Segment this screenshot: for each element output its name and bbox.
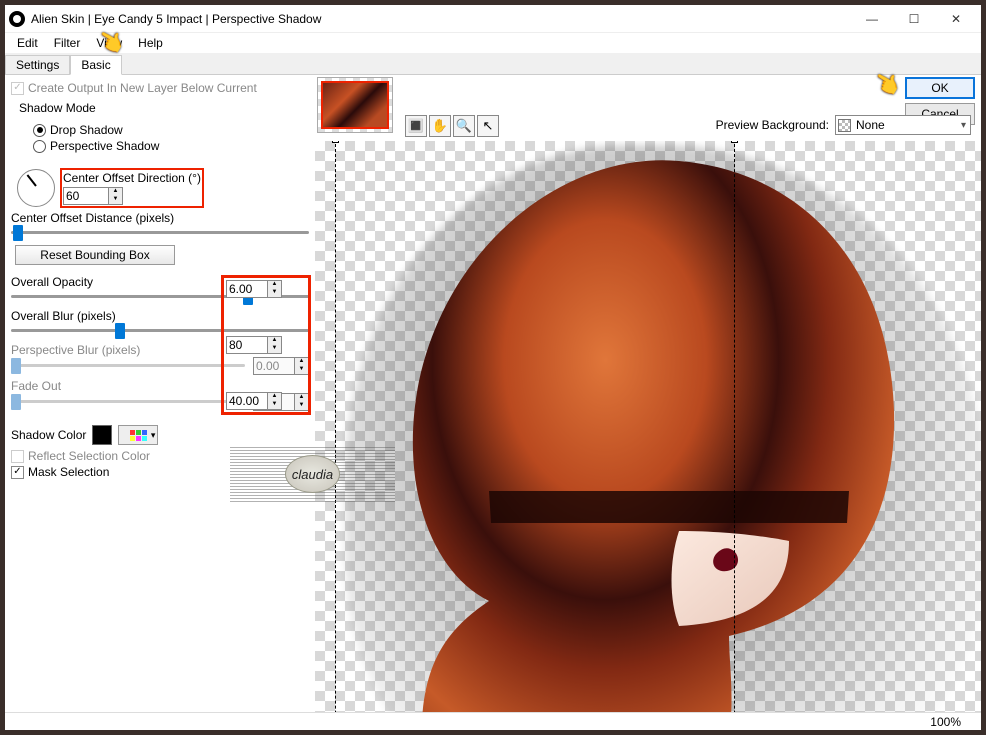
center-offset-distance-label: Center Offset Distance (pixels): [11, 211, 309, 225]
shadow-color-label: Shadow Color: [11, 428, 86, 442]
center-offset-distance-slider[interactable]: [11, 225, 309, 241]
app-icon: [9, 11, 25, 27]
perspective-shadow-radio[interactable]: [33, 140, 46, 153]
window-title: Alien Skin | Eye Candy 5 Impact | Perspe…: [31, 12, 851, 26]
shadow-mode-label: Shadow Mode: [11, 101, 309, 115]
overall-blur-input[interactable]: [226, 392, 268, 410]
center-offset-distance-spinner[interactable]: ▲▼: [268, 280, 282, 298]
selection-marquee[interactable]: [335, 141, 735, 712]
preview-background-label: Preview Background:: [716, 118, 829, 132]
reflect-selection-label: Reflect Selection Color: [28, 449, 150, 463]
reset-bounding-box-button[interactable]: Reset Bounding Box: [15, 245, 175, 265]
zoom-level: 100%: [930, 715, 961, 729]
selection-handle-nw[interactable]: [332, 141, 339, 143]
perspective-shadow-label: Perspective Shadow: [50, 139, 159, 153]
direction-dial[interactable]: [17, 169, 55, 207]
tab-basic[interactable]: Basic: [70, 55, 121, 75]
center-offset-direction-label: Center Offset Direction (°): [63, 171, 201, 185]
center-offset-direction-input[interactable]: [63, 187, 109, 205]
tab-settings[interactable]: Settings: [5, 55, 70, 74]
ok-button[interactable]: OK: [905, 77, 975, 99]
shadow-color-swatch[interactable]: [92, 425, 112, 445]
watermark: claudia: [230, 447, 395, 502]
overall-blur-spinner[interactable]: ▲▼: [268, 392, 282, 410]
preview-thumbnail[interactable]: [317, 77, 393, 133]
close-button[interactable]: ✕: [935, 7, 977, 31]
create-output-checkbox: [11, 82, 24, 95]
menu-filter[interactable]: Filter: [46, 36, 89, 50]
overall-opacity-spinner[interactable]: ▲▼: [268, 336, 282, 354]
fade-out-slider: [11, 394, 245, 410]
create-output-label: Create Output In New Layer Below Current: [28, 81, 257, 95]
hand-tool-icon[interactable]: ✋: [429, 115, 451, 137]
reflect-selection-checkbox: [11, 450, 24, 463]
shadow-color-dropdown[interactable]: [118, 425, 158, 445]
selection-handle-ne[interactable]: [731, 141, 738, 143]
preview-canvas[interactable]: [315, 141, 981, 712]
zoom-tool-icon[interactable]: 🔍: [453, 115, 475, 137]
menu-view[interactable]: View: [88, 36, 130, 50]
menu-help[interactable]: Help: [130, 36, 171, 50]
transparency-swatch-icon: [838, 119, 851, 132]
mask-selection-label: Mask Selection: [28, 465, 109, 479]
color-sampler-tool-icon[interactable]: 🔳: [405, 115, 427, 137]
center-offset-direction-spinner[interactable]: ▲▼: [109, 187, 123, 205]
drop-shadow-label: Drop Shadow: [50, 123, 123, 137]
preview-background-value: None: [856, 118, 885, 132]
menu-edit[interactable]: Edit: [9, 36, 46, 50]
drop-shadow-radio[interactable]: [33, 124, 46, 137]
maximize-button[interactable]: ☐: [893, 7, 935, 31]
pointer-tool-icon[interactable]: ↖: [477, 115, 499, 137]
mask-selection-checkbox[interactable]: [11, 466, 24, 479]
center-offset-distance-input[interactable]: [226, 280, 268, 298]
preview-background-dropdown[interactable]: None: [835, 115, 971, 135]
minimize-button[interactable]: —: [851, 7, 893, 31]
overall-opacity-input[interactable]: [226, 336, 268, 354]
perspective-blur-slider: [11, 358, 245, 374]
